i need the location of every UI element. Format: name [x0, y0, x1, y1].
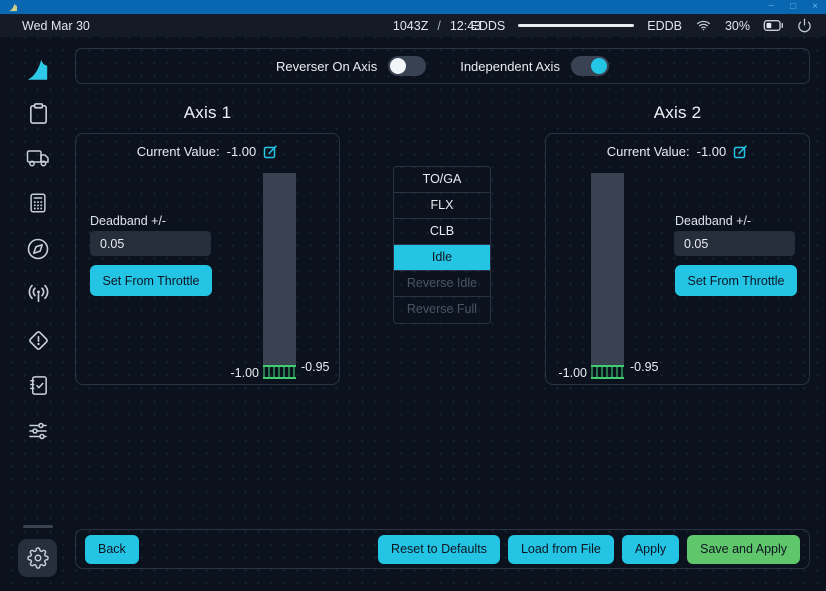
detent-reverse-idle[interactable]: Reverse Idle: [394, 271, 490, 297]
edit-icon[interactable]: [263, 144, 278, 159]
axis2-deadband-input[interactable]: [674, 231, 795, 256]
battery-icon: [763, 19, 784, 32]
maximize-button[interactable]: □: [790, 0, 796, 14]
power-icon[interactable]: [797, 18, 812, 33]
detent-clb[interactable]: CLB: [394, 219, 490, 245]
load-from-file-button[interactable]: Load from File: [508, 535, 614, 564]
local-time-label: 12:43: [450, 19, 481, 33]
sidebar-item-radio-antenna[interactable]: [25, 281, 51, 307]
axis1-panel: Current Value: -1.00 Deadband +/- Set Fr…: [75, 133, 340, 385]
fenix-logo-icon[interactable]: [25, 55, 51, 85]
reverser-on-axis-toggle[interactable]: [388, 56, 426, 76]
axis1-range-top-label: -0.95: [301, 360, 330, 374]
axis2-set-from-throttle-button[interactable]: Set From Throttle: [675, 265, 797, 296]
axis2-deadband-label: Deadband +/-: [675, 214, 751, 228]
axis1-title: Axis 1: [75, 103, 340, 123]
close-button[interactable]: ×: [812, 0, 818, 14]
clock-group: 1043Z / 12:43: [393, 19, 481, 33]
utc-time-label: 1043Z: [393, 19, 428, 33]
sidebar-nav: [0, 37, 72, 591]
sidebar-item-compass[interactable]: [25, 236, 51, 262]
sidebar-divider: [23, 525, 53, 528]
edit-icon[interactable]: [733, 144, 748, 159]
axis2-slider-track[interactable]: [591, 173, 624, 365]
sidebar-item-sliders[interactable]: [25, 418, 51, 444]
route-progress-line: [518, 24, 634, 27]
wifi-icon: [695, 18, 712, 33]
reverser-on-axis-label: Reverser On Axis: [276, 59, 377, 74]
detent-list: TO/GA FLX CLB Idle Reverse Idle Reverse …: [393, 166, 491, 324]
axis2-panel: Current Value: -1.00 Deadband +/- Set Fr…: [545, 133, 810, 385]
gear-icon: [27, 547, 49, 569]
axis2-range-bottom-label: -1.00: [547, 366, 587, 380]
axis2-current-value: -1.00: [697, 144, 727, 159]
footer-action-bar: Back Reset to Defaults Load from File Ap…: [75, 529, 810, 569]
status-bar: Wed Mar 30 1043Z / 12:43 EDDS EDDB 30%: [0, 14, 826, 37]
back-button[interactable]: Back: [85, 535, 139, 564]
efb-app-window: − □ × Wed Mar 30 1043Z / 12:43 EDDS EDDB…: [0, 0, 826, 591]
window-titlebar: − □ ×: [0, 0, 826, 14]
sidebar-item-calculator[interactable]: [25, 190, 51, 216]
battery-percent-label: 30%: [725, 19, 750, 33]
axis1-current-value-label: Current Value:: [137, 144, 220, 159]
sidebar-item-failures-warning[interactable]: [25, 327, 51, 353]
axis2-range-top-label: -0.95: [630, 360, 659, 374]
detent-idle[interactable]: Idle: [394, 245, 490, 271]
apply-button[interactable]: Apply: [622, 535, 679, 564]
axis1-slider-track[interactable]: [263, 173, 296, 365]
sidebar-item-checklist[interactable]: [25, 372, 51, 398]
independent-axis-toggle[interactable]: [571, 56, 609, 76]
axis1-set-from-throttle-button[interactable]: Set From Throttle: [90, 265, 212, 296]
reset-to-defaults-button[interactable]: Reset to Defaults: [378, 535, 500, 564]
time-separator: /: [437, 19, 440, 33]
app-logo-icon: [8, 2, 19, 13]
detent-reverse-full[interactable]: Reverse Full: [394, 297, 490, 323]
destination-airport-label: EDDB: [647, 19, 682, 33]
toggle-knob: [591, 58, 607, 74]
save-and-apply-button[interactable]: Save and Apply: [687, 535, 800, 564]
axis2-idle-detent-marker: [591, 365, 624, 379]
axis1-range-bottom-label: -1.00: [219, 366, 259, 380]
axis2-title: Axis 2: [545, 103, 810, 123]
axis2-current-value-label: Current Value:: [607, 144, 690, 159]
date-label: Wed Mar 30: [22, 19, 90, 33]
toggle-knob: [390, 58, 406, 74]
sidebar-item-ground-vehicle[interactable]: [25, 145, 51, 171]
independent-axis-label: Independent Axis: [460, 59, 560, 74]
axis1-deadband-label: Deadband +/-: [90, 214, 166, 228]
axis1-deadband-input[interactable]: [90, 231, 211, 256]
axis1-idle-detent-marker: [263, 365, 296, 379]
axis1-current-value: -1.00: [227, 144, 257, 159]
axis-options-bar: Reverser On Axis Independent Axis: [75, 48, 810, 84]
sidebar-item-clipboard[interactable]: [25, 100, 51, 126]
detent-flx[interactable]: FLX: [394, 193, 490, 219]
sidebar-item-settings[interactable]: [18, 539, 57, 577]
minimize-button[interactable]: −: [768, 0, 774, 14]
detent-toga[interactable]: TO/GA: [394, 167, 490, 193]
